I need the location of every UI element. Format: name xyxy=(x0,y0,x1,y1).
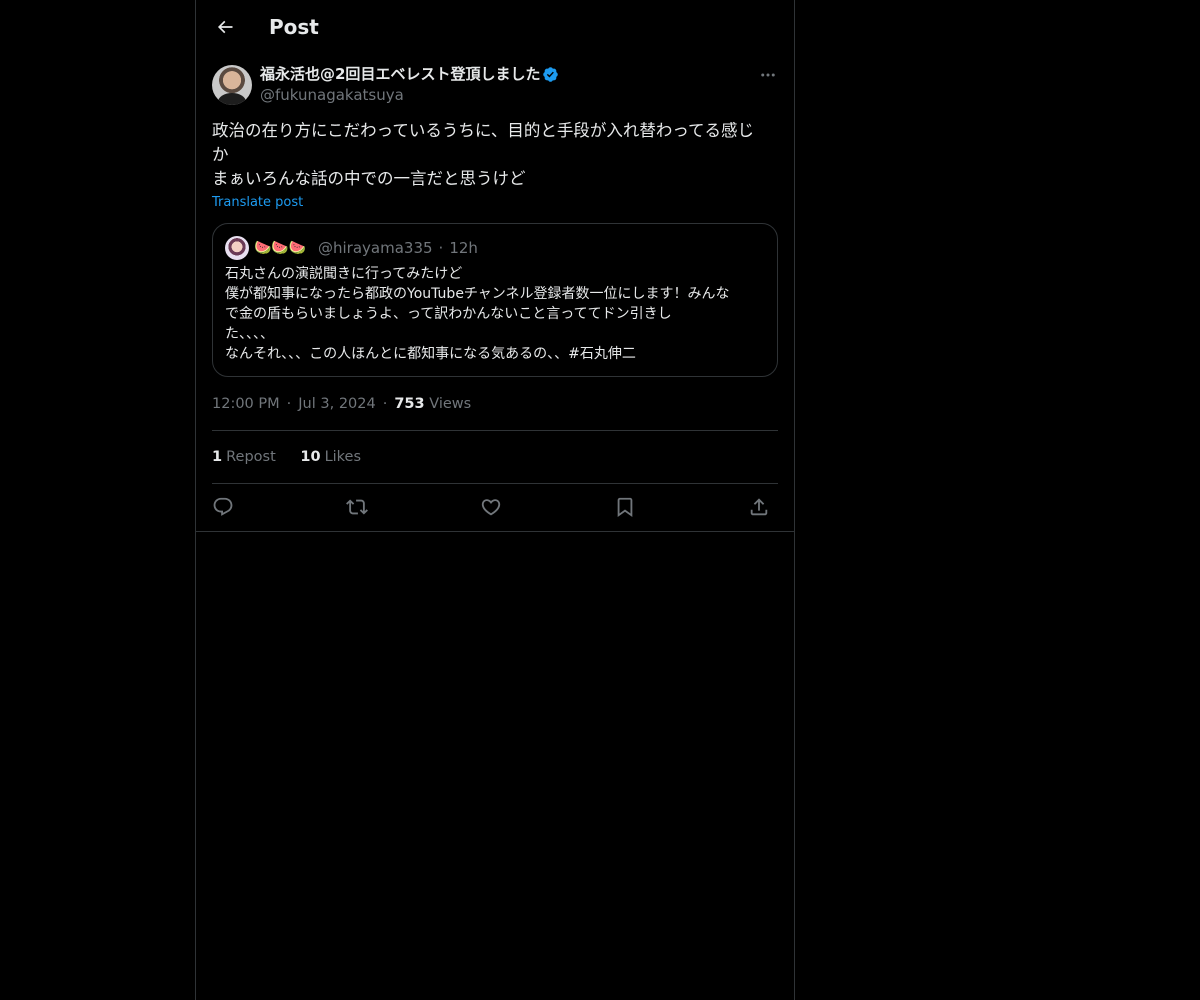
quote-text: 石丸さんの演説聞きに行ってみたけど 僕が都知事になったら都政のYouTubeチャ… xyxy=(225,264,769,364)
action-bar xyxy=(212,484,778,530)
back-button[interactable] xyxy=(208,10,242,44)
post-text-line: か xyxy=(212,145,229,164)
views-count: 753 xyxy=(394,396,425,412)
share-button[interactable] xyxy=(747,495,771,519)
verified-badge-icon[interactable] xyxy=(542,66,559,83)
post-time[interactable]: 12:00 PM xyxy=(212,396,280,412)
quote-avatar[interactable] xyxy=(225,236,249,260)
post-text-line: 政治の在り方にこだわっているうちに、目的と手段が入れ替わってる感じ xyxy=(212,121,755,140)
quote-text-line: 僕が都知事になったら都政のYouTubeチャンネル登録者数一位にします！みんな xyxy=(225,286,730,302)
bookmark-icon xyxy=(614,496,636,518)
separator-dot: · xyxy=(438,239,444,257)
arrow-left-icon xyxy=(215,17,235,37)
views-label: Views xyxy=(429,396,472,412)
likes-count: 10 xyxy=(300,449,321,465)
quote-text-line: で金の盾もらいましょうよ、って訳わかんないこと言っててドン引きし xyxy=(225,306,672,322)
repost-button[interactable] xyxy=(345,495,369,519)
repost-icon xyxy=(346,496,368,518)
quoted-post[interactable]: 🍉🍉🍉 @hirayama335 · 12h 石丸さんの演説聞きに行ってみたけど 僕… xyxy=(212,223,778,377)
quote-author-name[interactable]: 🍉🍉🍉 xyxy=(254,238,306,258)
quote-text-line: なんそれ、、、この人ほんとに都知事になる気あるの、、#石丸伸二 xyxy=(225,346,636,362)
separator-dot: · xyxy=(286,396,292,412)
likes-stat[interactable]: 10 Likes xyxy=(300,449,361,465)
reposts-stat[interactable]: 1 Repost xyxy=(212,449,276,465)
quote-time: 12h xyxy=(449,239,478,257)
quote-text-line: 石丸さんの演説聞きに行ってみたけど xyxy=(225,266,463,282)
post-column: Post 福永活也@2回目エベレスト登頂しました @fukunagakatsuy… xyxy=(195,0,795,1000)
engagement-stats: 1 Repost 10 Likes xyxy=(212,447,381,467)
bookmark-button[interactable] xyxy=(613,495,637,519)
more-options-button[interactable] xyxy=(756,64,780,86)
post-text-line: まぁいろんな話の中での一言だと思うけど xyxy=(212,169,526,188)
reposts-label: Repost xyxy=(226,449,276,465)
likes-label: Likes xyxy=(324,449,362,465)
author-name[interactable]: 福永活也@2回目エベレスト登頂しました xyxy=(260,64,540,84)
reply-icon xyxy=(212,496,234,518)
reply-button[interactable] xyxy=(211,495,235,519)
divider xyxy=(212,430,778,431)
like-button[interactable] xyxy=(479,495,503,519)
post-text: 政治の在り方にこだわっているうちに、目的と手段が入れ替わってる感じ か まぁいろ… xyxy=(212,119,778,191)
divider xyxy=(196,531,794,532)
author-handle[interactable]: @fukunagakatsuya xyxy=(260,85,404,105)
like-icon xyxy=(480,496,502,518)
more-horizontal-icon xyxy=(759,66,777,84)
reposts-count: 1 xyxy=(212,449,223,465)
separator-dot: · xyxy=(382,396,388,412)
author-avatar[interactable] xyxy=(212,65,252,105)
post-timestamp: 12:00 PM · Jul 3, 2024 · 753 Views xyxy=(212,394,471,414)
post-date[interactable]: Jul 3, 2024 xyxy=(298,396,375,412)
top-bar: Post xyxy=(196,0,794,54)
page-title: Post xyxy=(269,15,319,39)
share-icon xyxy=(748,496,770,518)
quote-handle[interactable]: @hirayama335 xyxy=(318,239,433,257)
translate-post-link[interactable]: Translate post xyxy=(212,193,303,213)
quote-meta: @hirayama335 · 12h xyxy=(318,238,478,258)
quote-text-line: た、、、、 xyxy=(225,326,274,342)
